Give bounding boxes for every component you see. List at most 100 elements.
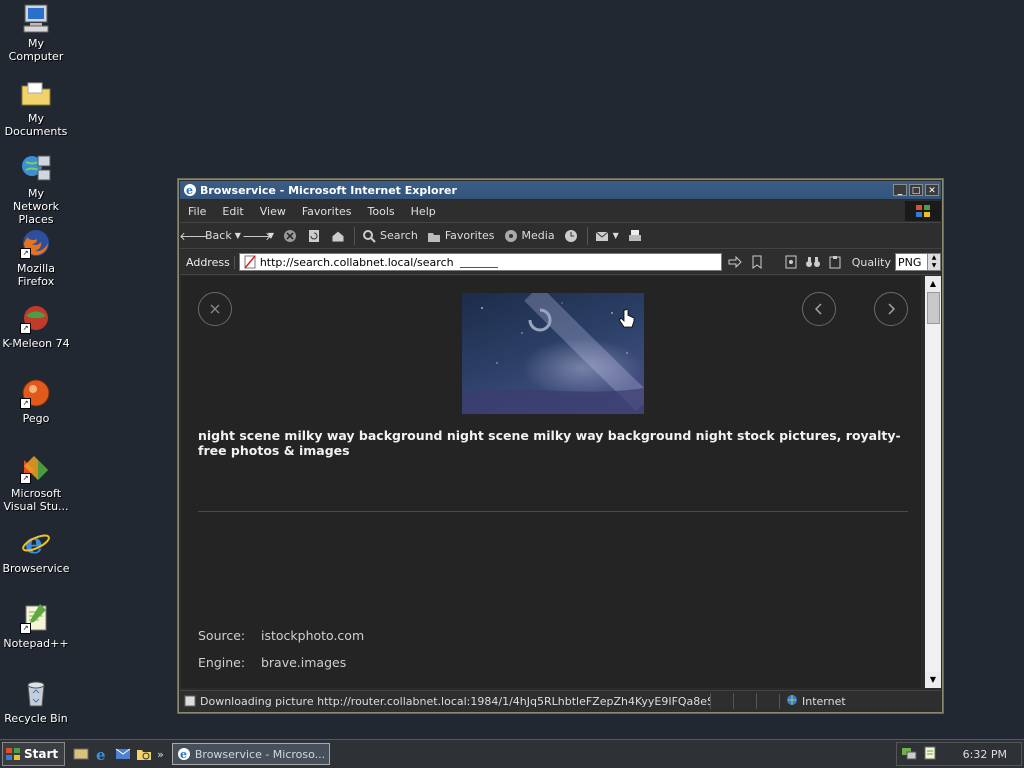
chevron-down-icon[interactable]: ▼ <box>928 262 940 270</box>
refresh-button[interactable] <box>306 228 322 244</box>
status-cell <box>756 693 779 709</box>
status-cell <box>710 693 733 709</box>
text-cursor-underline <box>459 257 498 268</box>
desktop-icon-my-documents[interactable]: My Documents <box>0 77 72 138</box>
media-button[interactable]: Media <box>503 228 555 244</box>
home-icon <box>330 228 346 244</box>
desktop-icon-label: My Documents <box>4 112 68 138</box>
history-button[interactable] <box>563 228 579 244</box>
menu-file[interactable]: File <box>180 205 214 218</box>
desktop-icon-notepadpp[interactable]: ↗ Notepad++ <box>0 602 72 650</box>
desktop-icon-kmeleon[interactable]: ↗ K-Meleon 74 <box>0 302 72 350</box>
chevron-down-icon[interactable]: ▼ <box>613 231 619 240</box>
next-image-button[interactable] <box>874 292 908 326</box>
window-title: Browservice - Microsoft Internet Explore… <box>200 183 457 197</box>
minimize-button[interactable]: _ <box>893 184 907 196</box>
explorer-icon[interactable] <box>136 746 152 762</box>
stop-button[interactable] <box>282 228 298 244</box>
scroll-down-arrow-icon[interactable]: ▼ <box>925 672 941 688</box>
task-label: Browservice - Microso... <box>194 747 326 761</box>
chevron-up-icon[interactable]: ▲ <box>928 254 940 262</box>
print-button[interactable] <box>627 228 643 244</box>
desktop-icon-my-computer[interactable]: My Computer <box>0 2 72 63</box>
address-label: Address <box>180 255 235 269</box>
quality-spinner[interactable]: ▲ ▼ <box>927 254 940 270</box>
address-input[interactable]: http://search.collabnet.local/search <box>238 253 722 271</box>
close-viewer-button[interactable] <box>198 292 232 326</box>
scroll-thumb[interactable] <box>927 292 940 324</box>
quality-select[interactable]: PNG ▲ ▼ <box>895 253 941 271</box>
chevron-down-icon[interactable]: ▼ <box>268 231 274 240</box>
stop-icon <box>282 228 298 244</box>
kmeleon-icon: ↗ <box>20 302 52 334</box>
source-value[interactable]: istockphoto.com <box>261 628 364 643</box>
ie-icon[interactable]: e <box>94 746 110 762</box>
close-button[interactable]: ✕ <box>925 184 939 196</box>
desktop-icon-label: Microsoft Visual Stu... <box>3 487 69 513</box>
desktop-icon-browservice[interactable]: e Browservice <box>0 527 72 575</box>
network-tray-icon[interactable] <box>901 746 917 763</box>
go-arrow-icon[interactable] <box>726 253 744 271</box>
desktop-icon-label: Notepad++ <box>3 637 69 650</box>
taskbar: Start e » e Browservice - Microso... 6:3… <box>0 739 1024 768</box>
svg-text:e: e <box>180 748 187 761</box>
show-desktop-icon[interactable] <box>73 746 89 762</box>
taskbar-browservice-button[interactable]: e Browservice - Microso... <box>171 743 330 765</box>
menu-help[interactable]: Help <box>403 205 444 218</box>
home-button[interactable] <box>330 228 346 244</box>
outlook-icon[interactable] <box>115 746 131 762</box>
shortcut-arrow-icon: ↗ <box>20 473 31 484</box>
maximize-button[interactable]: □ <box>909 184 923 196</box>
previous-image-button[interactable] <box>802 292 836 326</box>
desktop-icon-network-places[interactable]: My Network Places <box>0 152 72 226</box>
start-button[interactable]: Start <box>2 742 66 766</box>
favorites-button[interactable]: Favorites <box>426 228 495 244</box>
close-icon <box>210 304 220 314</box>
notepad-icon: ↗ <box>20 602 52 634</box>
vertical-scrollbar[interactable]: ▲ ▼ <box>925 276 941 688</box>
menu-view[interactable]: View <box>252 205 294 218</box>
title-bar[interactable]: e Browservice - Microsoft Internet Explo… <box>180 181 941 199</box>
history-icon <box>563 228 579 244</box>
mail-button[interactable]: ▼ <box>594 228 619 244</box>
image-preview[interactable] <box>462 293 644 414</box>
search-label: Search <box>380 229 418 242</box>
search-button[interactable]: Search <box>361 228 418 244</box>
forward-button[interactable]: 🡒 ▼ <box>242 228 274 244</box>
zone-label: Internet <box>802 694 846 708</box>
scroll-up-arrow-icon[interactable]: ▲ <box>925 276 941 292</box>
desktop-icon-firefox[interactable]: ↗ Mozilla Firefox <box>0 227 72 288</box>
bookmark-icon[interactable] <box>748 253 766 271</box>
menu-favorites[interactable]: Favorites <box>294 205 360 218</box>
media-label: Media <box>521 229 555 242</box>
milky-way-image <box>462 293 644 414</box>
ie-icon: e <box>183 183 197 197</box>
recycle-bin-icon <box>20 677 52 709</box>
back-button[interactable]: 🡐 Back ▼ <box>179 228 241 244</box>
address-url: http://search.collabnet.local/search <box>259 255 454 269</box>
security-zone: Internet <box>779 693 926 709</box>
pego-icon: ↗ <box>20 377 52 409</box>
svg-text:e: e <box>186 184 193 197</box>
desktop-icon-visual-studio[interactable]: ↗ Microsoft Visual Stu... <box>0 452 72 513</box>
chevron-down-icon[interactable]: ▼ <box>235 231 241 240</box>
refresh-icon <box>306 228 322 244</box>
svg-text:e: e <box>96 746 106 762</box>
page-find-icon[interactable] <box>782 253 800 271</box>
clipboard-icon[interactable] <box>826 253 844 271</box>
menu-edit[interactable]: Edit <box>214 205 251 218</box>
source-row: Source: istockphoto.com <box>198 628 364 643</box>
desktop-icon-pego[interactable]: ↗ Pego <box>0 377 72 425</box>
notepad-tray-icon[interactable] <box>923 746 937 763</box>
chevron-right-icon[interactable]: » <box>157 748 164 761</box>
network-icon <box>20 152 52 184</box>
shortcut-arrow-icon: ↗ <box>20 398 31 409</box>
engine-row: Engine: brave.images <box>198 655 346 670</box>
menu-tools[interactable]: Tools <box>360 205 403 218</box>
desktop-icon-label: K-Meleon 74 <box>2 337 70 350</box>
desktop-icon-recycle-bin[interactable]: Recycle Bin <box>0 677 72 725</box>
binoculars-icon[interactable] <box>804 253 822 271</box>
page-content: night scene milky way background night s… <box>181 276 921 688</box>
clock[interactable]: 6:32 PM <box>963 748 1007 761</box>
page-icon <box>244 255 256 269</box>
